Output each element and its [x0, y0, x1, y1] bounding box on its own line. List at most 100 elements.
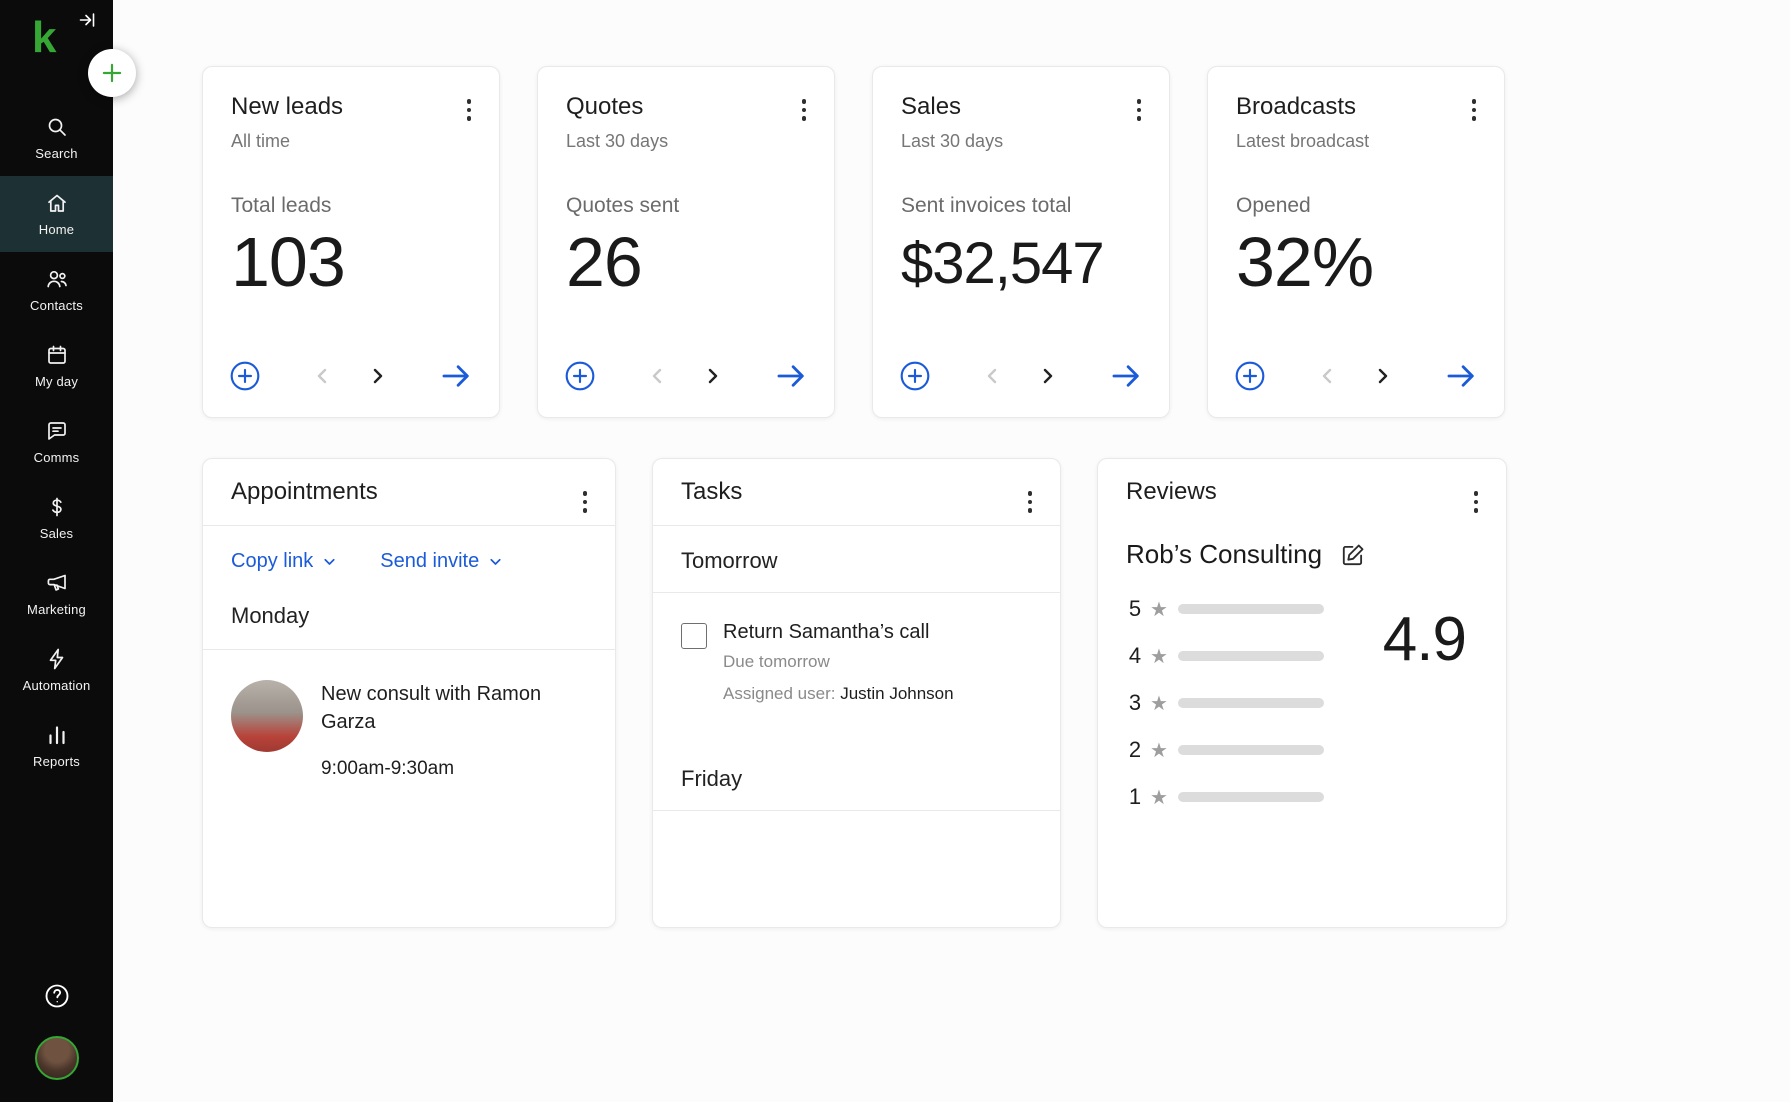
calendar-icon: [47, 345, 66, 364]
arrow-right-icon[interactable]: [439, 359, 473, 393]
metric-value: 103: [231, 223, 346, 301]
copy-link-label: Copy link: [231, 550, 314, 572]
chevron-right-icon[interactable]: [1036, 364, 1060, 388]
task-due: Due tomorrow: [723, 652, 830, 671]
sidebar-item-sales[interactable]: Sales: [0, 480, 113, 556]
reviews-header: Reviews: [1098, 459, 1506, 525]
help-icon[interactable]: [43, 982, 71, 1010]
metric-value: 26: [566, 223, 643, 301]
tasks-section-label: Tomorrow: [681, 548, 778, 573]
rating-row: 4 ★: [1126, 643, 1375, 669]
card-subtitle: All time: [231, 131, 291, 151]
star-icon: ★: [1150, 786, 1168, 809]
metric-value: 32%: [1236, 223, 1374, 301]
star-icon: ★: [1150, 645, 1168, 668]
add-circle-icon[interactable]: [1234, 360, 1266, 392]
assigned-user: Justin Johnson: [840, 684, 954, 703]
day-label: Monday: [231, 603, 310, 628]
metric-label: Total leads: [231, 194, 332, 217]
add-circle-icon[interactable]: [899, 360, 931, 392]
sidebar-item-marketing[interactable]: Marketing: [0, 556, 113, 632]
rating-star-count: 5: [1128, 596, 1142, 621]
kebab-menu-icon[interactable]: [1022, 485, 1039, 519]
chevron-left-icon[interactable]: [645, 364, 669, 388]
chevron-left-icon[interactable]: [310, 364, 334, 388]
sidebar-item-label: Search: [35, 146, 78, 161]
sidebar-item-automation[interactable]: Automation: [0, 632, 113, 708]
sidebar-item-label: Automation: [22, 678, 91, 693]
kebab-menu-icon[interactable]: [461, 93, 478, 127]
arrow-right-icon[interactable]: [774, 359, 808, 393]
kebab-menu-icon[interactable]: [796, 93, 813, 127]
stat-card-sales: Sales Last 30 days Sent invoices total $…: [872, 66, 1170, 418]
appointment-item[interactable]: New consult with Ramon Garza 9:00am-9:30…: [203, 650, 615, 780]
edit-icon[interactable]: [1340, 542, 1366, 568]
task-assigned: Assigned user: Justin Johnson: [723, 684, 954, 704]
sidebar: k Search Home Contacts My day Comms Sale…: [0, 0, 113, 1102]
assigned-label: Assigned user:: [723, 684, 836, 703]
kebab-menu-icon[interactable]: [1131, 93, 1148, 127]
collapse-sidebar-icon[interactable]: [77, 10, 97, 30]
sidebar-item-comms[interactable]: Comms: [0, 404, 113, 480]
card-footer: [229, 359, 473, 393]
sidebar-item-my-day[interactable]: My day: [0, 328, 113, 404]
user-avatar[interactable]: [34, 1036, 79, 1080]
lightning-icon: [49, 648, 63, 670]
kebab-menu-icon[interactable]: [1468, 485, 1485, 519]
stat-card-new-leads: New leads All time Total leads 103: [202, 66, 500, 418]
kebab-menu-icon[interactable]: [1466, 93, 1483, 127]
rating-star-count: 2: [1128, 737, 1142, 762]
task-item: Return Samantha’s call Due tomorrow Assi…: [653, 593, 1060, 766]
rating-rows: 5 ★ 4 ★ 3 ★ 2 ★ 1 ★: [1126, 596, 1375, 831]
widgets-row: Appointments Copy link Send invite Monda…: [202, 458, 1790, 928]
sidebar-item-search[interactable]: Search: [0, 100, 113, 176]
chevron-right-icon[interactable]: [701, 364, 725, 388]
appointment-title: New consult with Ramon Garza: [321, 683, 542, 733]
main-content: New leads All time Total leads 103 Quote…: [113, 0, 1790, 1102]
chevron-left-icon[interactable]: [980, 364, 1004, 388]
card-footer: [564, 359, 808, 393]
send-invite-button[interactable]: Send invite: [380, 550, 504, 573]
card-footer: [1234, 359, 1478, 393]
chevron-right-icon[interactable]: [1371, 364, 1395, 388]
chevron-left-icon[interactable]: [1315, 364, 1339, 388]
sidebar-item-label: Reports: [33, 754, 80, 769]
chat-icon: [47, 422, 66, 440]
add-circle-icon[interactable]: [564, 360, 596, 392]
keap-logo[interactable]: k: [32, 16, 56, 60]
star-icon: ★: [1150, 598, 1168, 621]
task-checkbox[interactable]: [681, 623, 707, 649]
card-subtitle: Last 30 days: [566, 131, 669, 151]
sidebar-item-reports[interactable]: Reports: [0, 708, 113, 784]
contact-avatar: [231, 680, 303, 752]
tasks-section-label: Friday: [681, 766, 743, 791]
arrow-right-icon[interactable]: [1109, 359, 1143, 393]
arrow-right-icon[interactable]: [1444, 359, 1478, 393]
reviews-body: Rob’s Consulting 5 ★ 4 ★ 3 ★ 2 ★ 1 ★ 4.9: [1098, 525, 1506, 831]
kebab-menu-icon[interactable]: [577, 485, 594, 519]
card-footer: [899, 359, 1143, 393]
card-title: Broadcasts: [1236, 93, 1357, 120]
reviews-card: Reviews Rob’s Consulting 5 ★ 4 ★ 3 ★ 2 ★…: [1097, 458, 1507, 928]
rating-bar: [1177, 792, 1324, 802]
metric-label: Sent invoices total: [901, 194, 1072, 217]
tasks-card: Tasks Tomorrow Return Samantha’s call Du…: [652, 458, 1061, 928]
appointments-header: Appointments: [203, 459, 615, 525]
task-title[interactable]: Return Samantha’s call: [723, 621, 954, 644]
ratings-wrap: 5 ★ 4 ★ 3 ★ 2 ★ 1 ★ 4.9: [1126, 596, 1478, 831]
sidebar-item-contacts[interactable]: Contacts: [0, 252, 113, 328]
rating-star-count: 1: [1128, 784, 1142, 809]
dashboard: k Search Home Contacts My day Comms Sale…: [0, 0, 1790, 1102]
star-icon: ★: [1150, 739, 1168, 762]
rating-row: 1 ★: [1126, 784, 1375, 810]
chevron-right-icon[interactable]: [366, 364, 390, 388]
add-button[interactable]: [88, 49, 136, 97]
appointment-links: Copy link Send invite: [203, 526, 615, 581]
sidebar-item-home[interactable]: Home: [0, 176, 113, 252]
sidebar-item-label: Comms: [33, 450, 80, 465]
search-icon: [48, 118, 66, 136]
rating-bar: [1177, 604, 1324, 614]
copy-link-button[interactable]: Copy link: [231, 550, 338, 573]
add-circle-icon[interactable]: [229, 360, 261, 392]
contacts-icon: [46, 270, 67, 288]
